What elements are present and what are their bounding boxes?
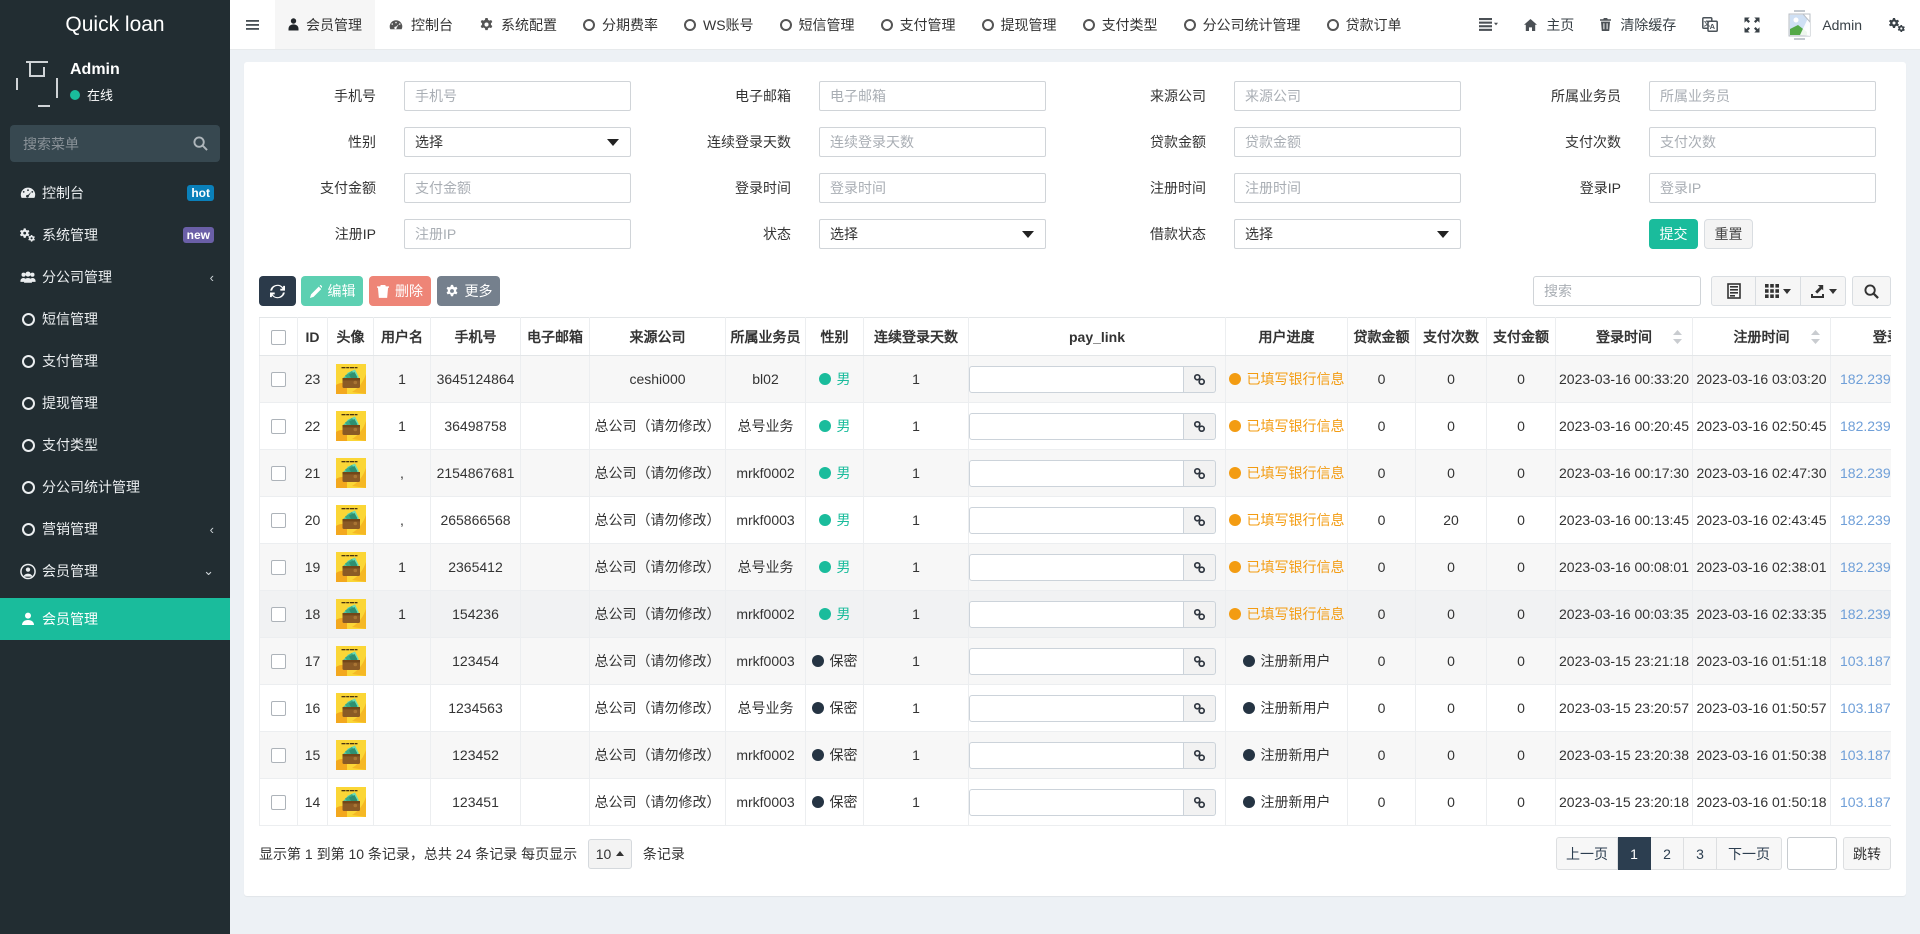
svg-text:文: 文 — [1703, 19, 1711, 28]
svg-text:A: A — [1710, 22, 1716, 31]
